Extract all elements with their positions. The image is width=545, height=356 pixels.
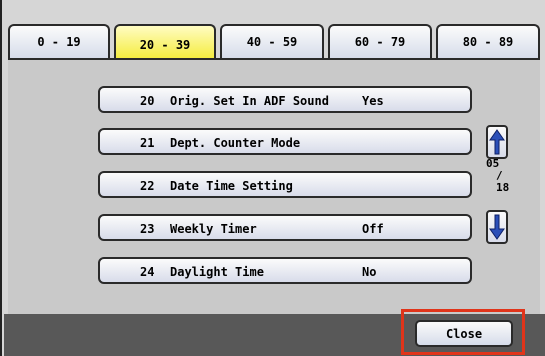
setting-row-21[interactable]: 21 Dept. Counter Mode xyxy=(98,128,472,155)
arrow-up-icon xyxy=(489,129,505,155)
close-button[interactable]: Close xyxy=(415,320,513,347)
setting-number: 22 xyxy=(140,179,155,193)
setting-label: Daylight Time xyxy=(170,265,264,279)
setting-number: 21 xyxy=(140,136,155,150)
settings-panel: 20 Orig. Set In ADF Sound Yes 21 Dept. C… xyxy=(8,60,540,314)
tab-80-89[interactable]: 80 - 89 xyxy=(436,24,540,58)
setting-number: 24 xyxy=(140,265,155,279)
setting-row-20[interactable]: 20 Orig. Set In ADF Sound Yes xyxy=(98,86,472,113)
setting-label: Dept. Counter Mode xyxy=(170,136,301,150)
setting-value: Off xyxy=(362,222,384,236)
setting-row-24[interactable]: 24 Daylight Time No xyxy=(98,257,472,284)
setting-value: No xyxy=(362,265,377,279)
page-total: 18 xyxy=(496,181,510,194)
setting-value: Yes xyxy=(362,94,384,108)
tab-0-19[interactable]: 0 - 19 xyxy=(8,24,110,58)
setting-number: 20 xyxy=(140,94,155,108)
scroll-up-button[interactable] xyxy=(486,125,508,159)
settings-screen: 0 - 19 20 - 39 40 - 59 60 - 79 80 - 89 2… xyxy=(0,0,545,356)
page-counter: 05 / 18 xyxy=(484,158,518,206)
setting-row-22[interactable]: 22 Date Time Setting xyxy=(98,171,472,198)
setting-row-23[interactable]: 23 Weekly Timer Off xyxy=(98,214,472,241)
scroll-down-button[interactable] xyxy=(486,210,508,244)
setting-number: 23 xyxy=(140,222,155,236)
arrow-down-icon xyxy=(489,214,505,240)
tab-60-79[interactable]: 60 - 79 xyxy=(328,24,432,58)
setting-label: Date Time Setting xyxy=(170,179,293,193)
top-strip xyxy=(2,0,545,16)
tab-40-59[interactable]: 40 - 59 xyxy=(220,24,324,58)
setting-label: Orig. Set In ADF Sound xyxy=(170,94,329,108)
setting-label: Weekly Timer xyxy=(170,222,257,236)
